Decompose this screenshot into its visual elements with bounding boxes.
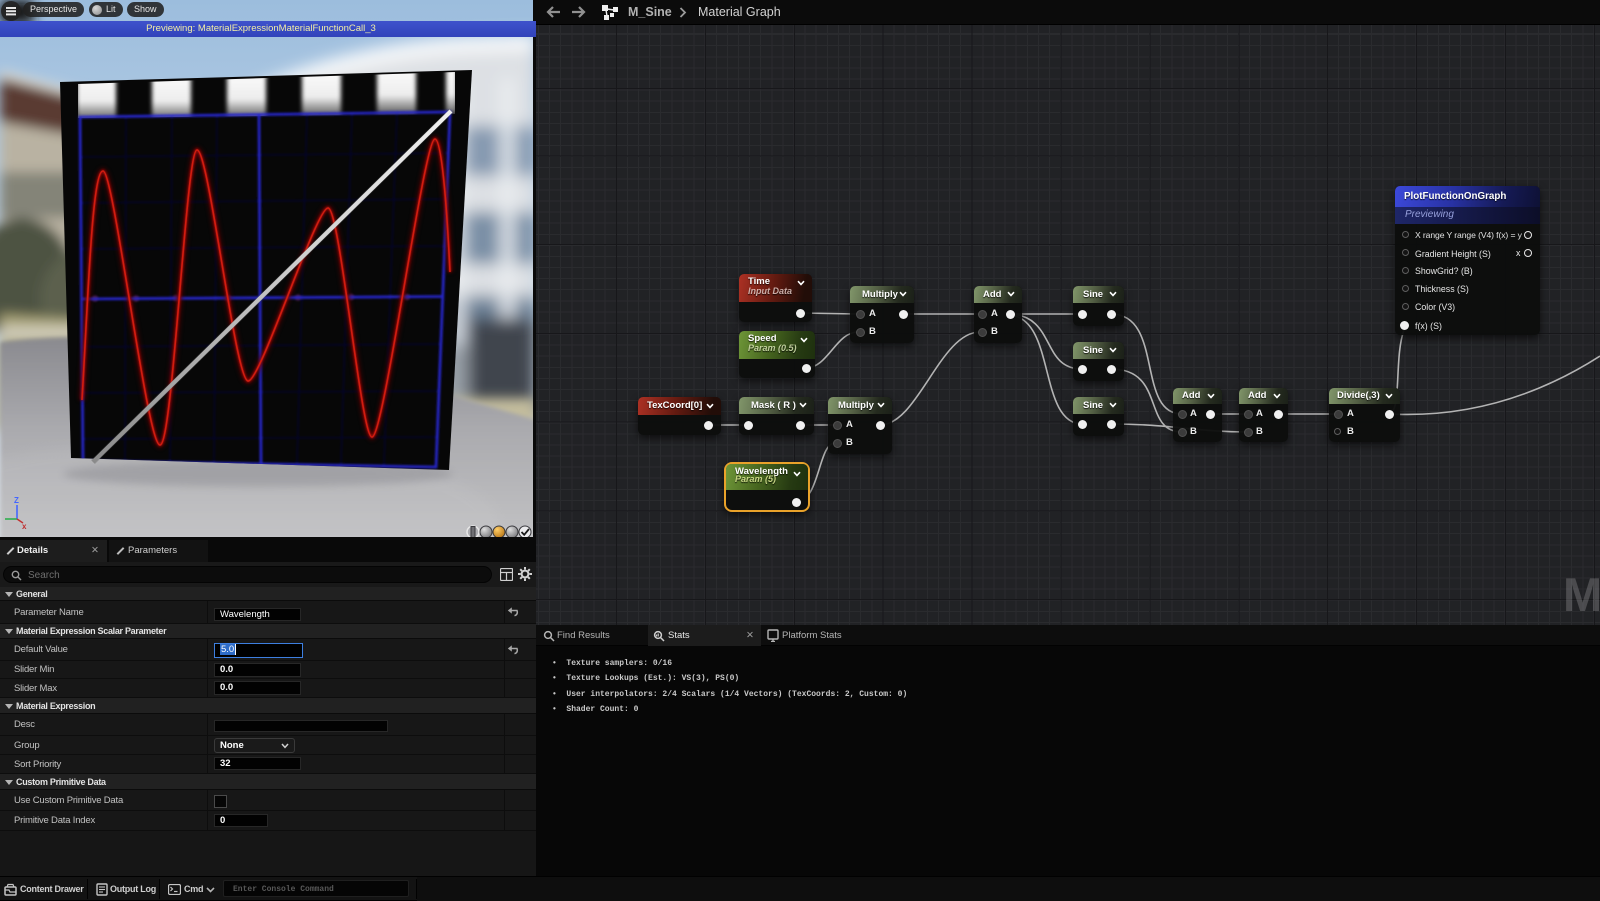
svg-text:x: x <box>22 522 27 531</box>
svg-text:Z: Z <box>14 496 19 505</box>
